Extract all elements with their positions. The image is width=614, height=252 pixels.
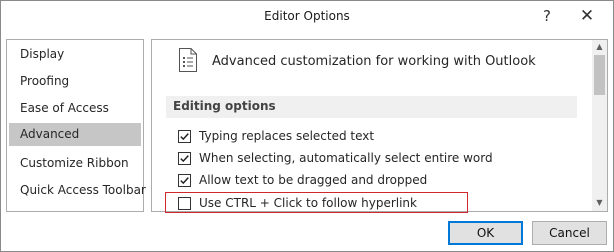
help-icon[interactable]: ? bbox=[537, 5, 557, 27]
sidebar-item-display[interactable]: Display bbox=[9, 43, 141, 66]
scroll-thumb[interactable] bbox=[594, 55, 605, 95]
cancel-button[interactable]: Cancel bbox=[532, 221, 607, 245]
document-list-icon bbox=[178, 47, 198, 73]
checkbox-checked[interactable] bbox=[178, 152, 191, 165]
sidebar-item-customize-ribbon[interactable]: Customize Ribbon bbox=[9, 152, 141, 175]
sidebar-item-quick-access-toolbar[interactable]: Quick Access Toolbar bbox=[9, 179, 146, 202]
option-label: When selecting, automatically select ent… bbox=[199, 151, 493, 165]
ok-button[interactable]: OK bbox=[448, 221, 523, 245]
highlight-box bbox=[165, 192, 468, 213]
scroll-down-arrow-icon[interactable]: ▼ bbox=[592, 196, 607, 210]
close-icon[interactable]: ✕ bbox=[576, 5, 598, 27]
dialog-title: Editor Options bbox=[264, 9, 350, 23]
sidebar-item-ease-of-access[interactable]: Ease of Access bbox=[9, 97, 141, 120]
checkbox-checked[interactable] bbox=[178, 130, 191, 143]
sidebar-item-proofing[interactable]: Proofing bbox=[9, 70, 141, 93]
editor-options-dialog: Editor Options ? ✕ Display Proofing Ease… bbox=[0, 0, 614, 252]
options-panel: Advanced customization for working with … bbox=[151, 39, 608, 212]
page-heading: Advanced customization for working with … bbox=[212, 54, 536, 69]
scroll-up-arrow-icon[interactable]: ▲ bbox=[592, 40, 607, 54]
category-sidebar: Display Proofing Ease of Access Advanced… bbox=[6, 39, 146, 212]
vertical-scrollbar[interactable]: ▲ ▼ bbox=[592, 40, 607, 211]
section-title: Editing options bbox=[173, 99, 276, 113]
title-bar: Editor Options ? ✕ bbox=[1, 1, 613, 32]
option-label: Typing replaces selected text bbox=[199, 129, 375, 143]
sidebar-item-advanced[interactable]: Advanced bbox=[9, 123, 141, 146]
section-header: Editing options bbox=[166, 96, 577, 118]
checkbox-checked[interactable] bbox=[178, 174, 191, 187]
option-label: Allow text to be dragged and dropped bbox=[199, 173, 428, 187]
